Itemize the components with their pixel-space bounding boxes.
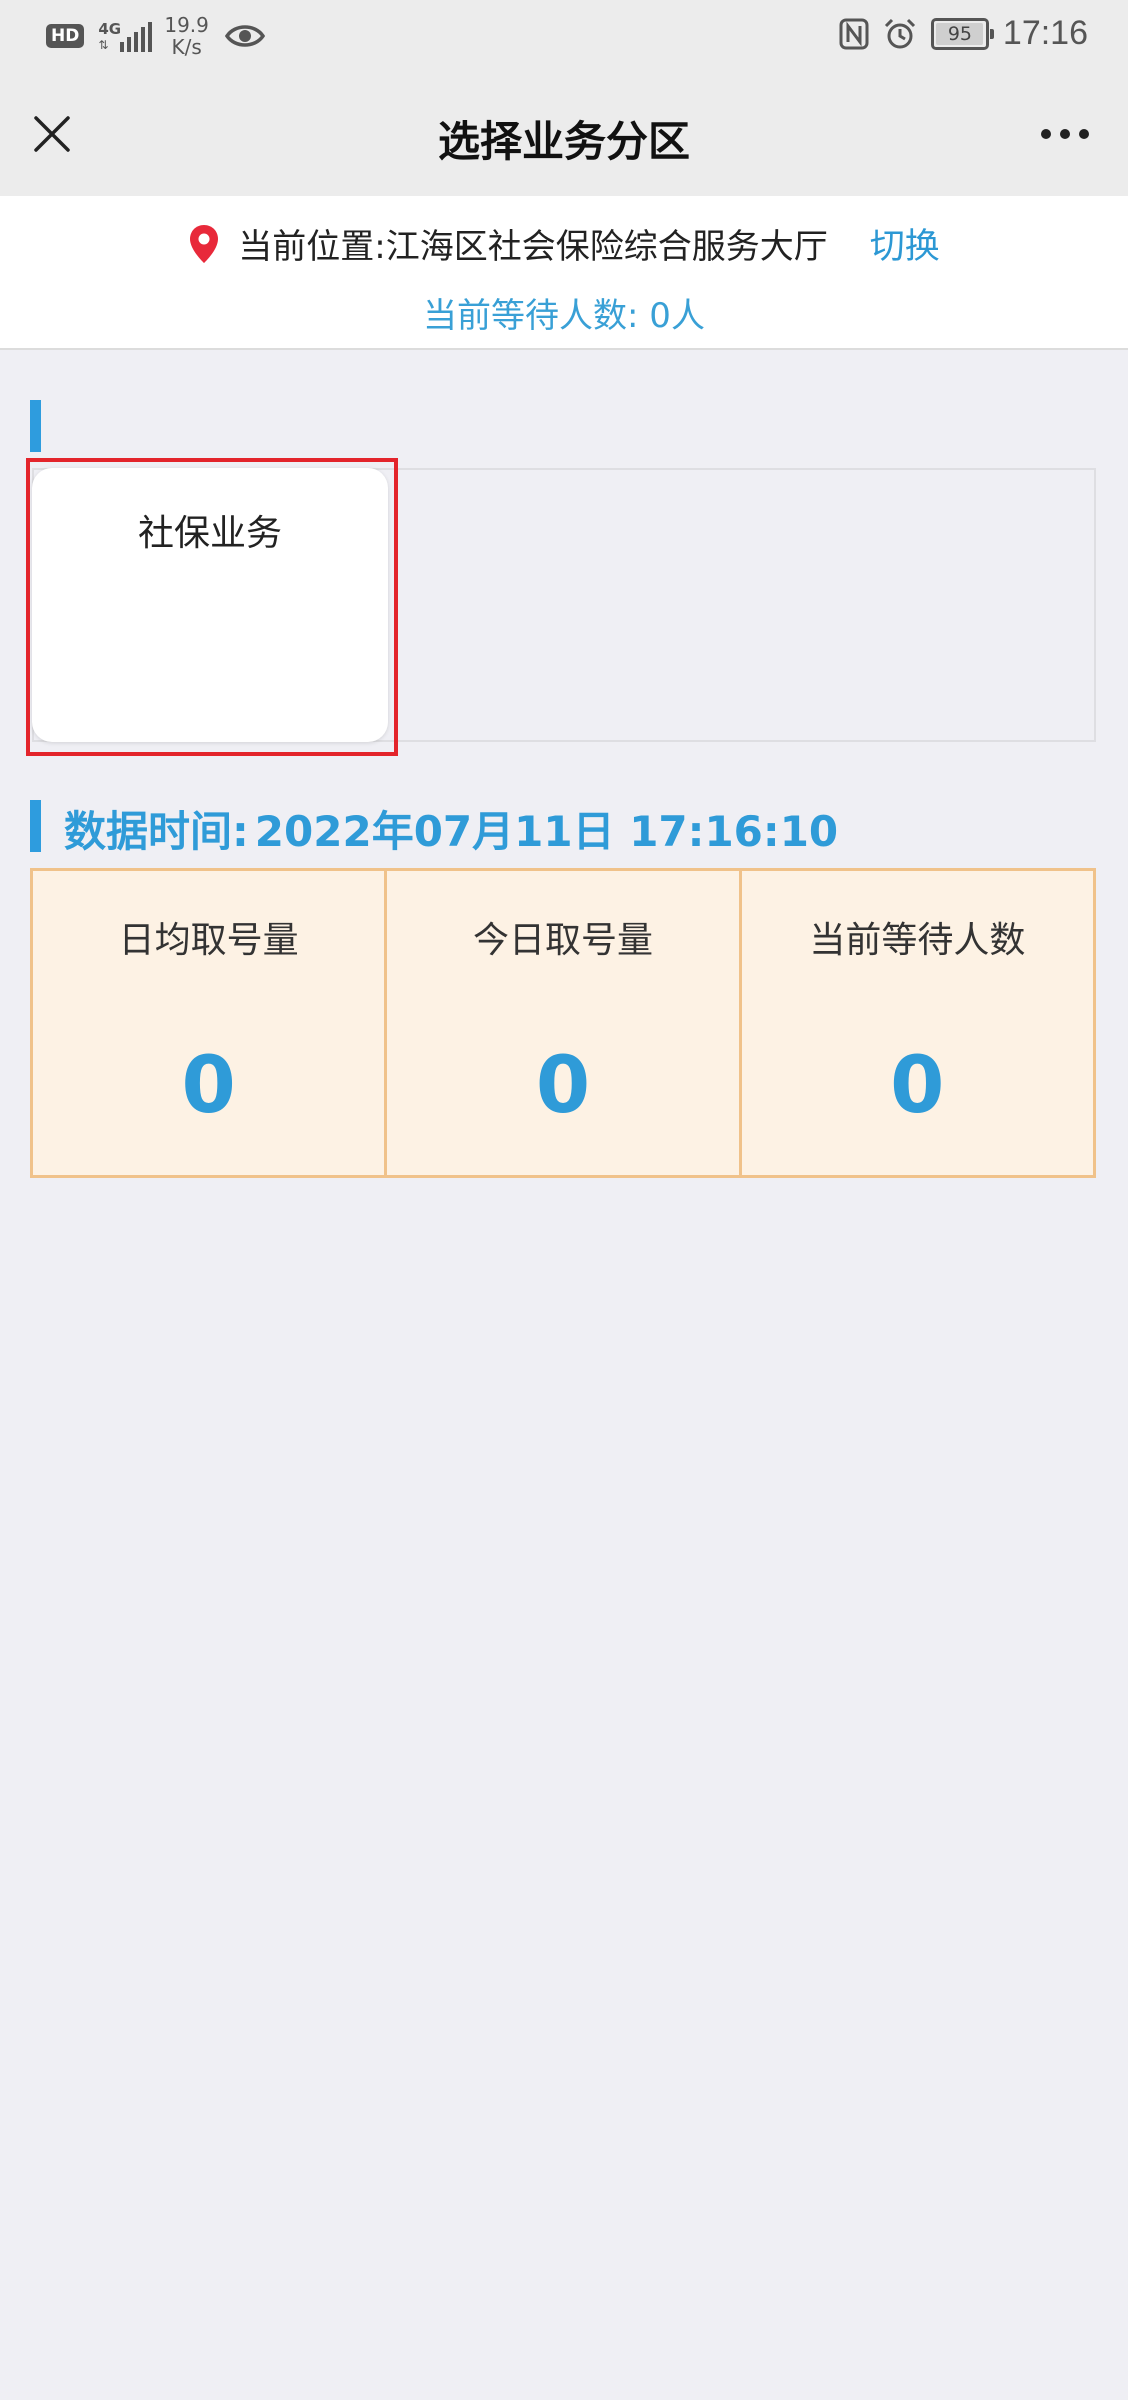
speed-value: 19.9 <box>164 13 209 37</box>
switch-location-link[interactable]: 切换 <box>870 218 940 269</box>
data-arrows-icon: ⇅ <box>98 38 109 52</box>
data-time-value: 2022年07月11日 17:16:10 <box>254 807 839 856</box>
alarm-icon <box>884 18 915 48</box>
location-label: 当前位置: <box>238 227 386 267</box>
status-bar: HD 4G ⇅ 19.9 K/s 95 17:16 <box>0 0 1128 72</box>
title-bar: 选择业务分区 <box>0 72 1128 196</box>
more-dot-icon <box>1060 129 1070 139</box>
network-speed: 19.9 K/s <box>164 14 209 58</box>
more-dot-icon <box>1079 129 1089 139</box>
battery-icon: 95 <box>930 17 994 50</box>
data-time-label: 数据时间: <box>64 807 249 856</box>
data-time: 数据时间: 2022年07月11日 17:16:10 <box>64 798 838 859</box>
waiting-count: 当前等待人数: 0人 <box>423 296 705 336</box>
more-options-button[interactable] <box>1032 112 1098 156</box>
signal-bars-icon <box>120 22 153 52</box>
stat-today: 今日取号量 0 <box>384 871 738 1175</box>
stat-value: 0 <box>181 1041 236 1131</box>
location-value: 江海区社会保险综合服务大厅 <box>385 227 828 267</box>
section-marker <box>30 400 41 452</box>
location-pin-icon <box>190 224 219 263</box>
battery-level: 95 <box>947 22 972 45</box>
status-left: HD 4G ⇅ 19.9 K/s <box>46 14 265 58</box>
stat-current-waiting: 当前等待人数 0 <box>738 871 1093 1175</box>
data-time-marker <box>30 800 41 852</box>
status-right: 95 17:16 <box>839 14 1088 53</box>
nfc-icon <box>839 18 869 49</box>
page-title: 选择业务分区 <box>437 117 690 166</box>
eye-icon <box>224 25 265 47</box>
zone-name: 社保业务 <box>137 513 282 554</box>
stats-table: 日均取号量 0 今日取号量 0 当前等待人数 0 <box>30 868 1096 1178</box>
stat-label: 今日取号量 <box>472 920 653 961</box>
stat-label: 当前等待人数 <box>809 920 1026 961</box>
status-time: 17:16 <box>1002 14 1088 52</box>
network-type: 4G <box>98 20 122 38</box>
more-dot-icon <box>1041 129 1051 139</box>
hd-badge: HD <box>46 24 85 48</box>
stat-label: 日均取号量 <box>118 920 299 961</box>
cellular-signal-icon: 4G ⇅ <box>98 18 154 54</box>
stat-daily-average: 日均取号量 0 <box>33 871 384 1175</box>
location-row: 当前位置: 江海区社会保险综合服务大厅 切换 <box>0 218 1128 269</box>
zone-card-social-insurance[interactable]: 社保业务 <box>32 468 388 742</box>
stat-value: 0 <box>535 1041 591 1131</box>
stat-value: 0 <box>890 1041 945 1131</box>
location-panel: 当前位置: 江海区社会保险综合服务大厅 切换 当前等待人数: 0人 <box>0 196 1128 350</box>
speed-unit: K/s <box>171 35 202 59</box>
